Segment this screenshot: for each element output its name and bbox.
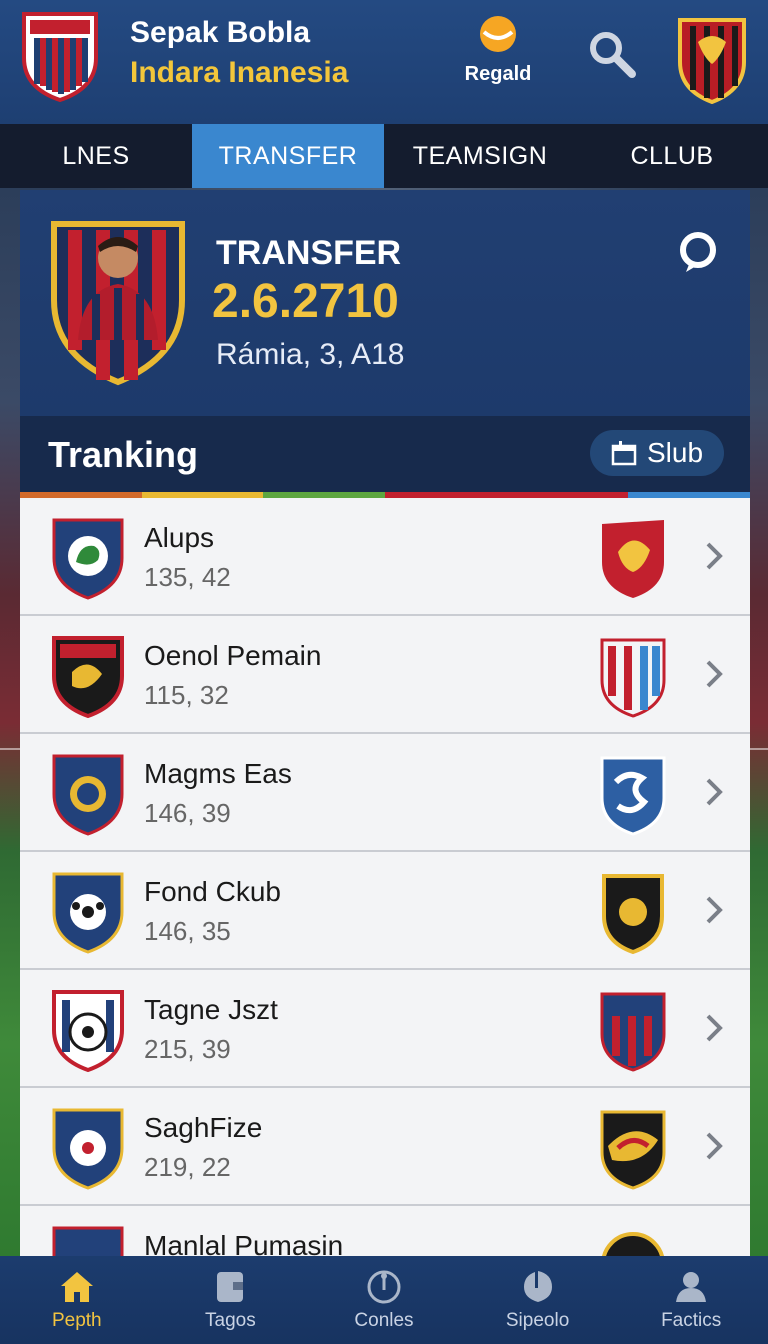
slub-button-label: Slub bbox=[646, 437, 704, 468]
ranking-list: Alups 135, 42 Oenol Pemain 115, 32 Magms… bbox=[20, 498, 750, 1256]
tab-bar: LNES TRANSFER TEAMSIGN CLLUB bbox=[0, 124, 768, 188]
app-logo-crest bbox=[22, 12, 98, 103]
list-item[interactable]: Alups 135, 42 bbox=[20, 498, 750, 616]
nav-label: Pepth bbox=[51, 1310, 102, 1331]
transfer-title: TRANSFER bbox=[216, 234, 402, 272]
list-item[interactable]: Magms Eas 146, 39 bbox=[20, 734, 750, 852]
team-crest-icon bbox=[52, 1226, 124, 1256]
home-icon bbox=[60, 1272, 93, 1302]
transfer-value: 2.6.2710 bbox=[212, 275, 399, 328]
slub-button[interactable]: Slub bbox=[590, 430, 724, 476]
search-icon[interactable] bbox=[584, 26, 638, 80]
nav-label: Tagos bbox=[205, 1310, 256, 1331]
tab-transfer[interactable]: TRANSFER bbox=[192, 124, 384, 188]
list-item[interactable]: Oenol Pemain 115, 32 bbox=[20, 616, 750, 734]
reward-button[interactable]: Regald bbox=[458, 14, 538, 86]
row-score: 135, 42 bbox=[144, 562, 231, 592]
nav-label: Factics bbox=[661, 1310, 722, 1331]
nav-item-factics[interactable]: Factics bbox=[614, 1256, 768, 1344]
row-name: Magms Eas bbox=[144, 758, 292, 789]
club-crest-icon bbox=[600, 638, 666, 718]
list-item[interactable]: Fond Ckub 146, 35 bbox=[20, 852, 750, 970]
club-crest-icon bbox=[602, 520, 664, 598]
club-crest-icon bbox=[602, 874, 664, 954]
tab-teamsign[interactable]: TEAMSIGN bbox=[384, 124, 576, 188]
bottom-nav: Pepth Tagos Conles Sipeolo Factics bbox=[0, 1256, 768, 1344]
calendar-icon bbox=[611, 441, 637, 466]
team-crest-icon bbox=[52, 872, 124, 954]
team-crest-icon bbox=[52, 518, 124, 600]
list-item[interactable]: SaghFize 219, 22 bbox=[20, 1088, 750, 1206]
nav-label: Conles bbox=[354, 1310, 414, 1331]
list-item[interactable]: Tagne Jszt 215, 39 bbox=[20, 970, 750, 1088]
app-header: Sepak Bobla Indara Inanesia Regald bbox=[0, 0, 768, 124]
tranking-header: Tranking Slub bbox=[20, 416, 750, 492]
nav-label: Sipeolo bbox=[505, 1310, 570, 1331]
club-crest-icon bbox=[602, 1232, 664, 1256]
row-name: Oenol Pemain bbox=[144, 640, 322, 671]
pin-icon bbox=[523, 1271, 552, 1302]
team-crest-icon bbox=[52, 990, 124, 1072]
reward-label: Regald bbox=[464, 63, 532, 85]
list-item[interactable]: Manlal Pumasin bbox=[20, 1206, 750, 1256]
user-icon bbox=[676, 1272, 707, 1302]
row-name: Tagne Jszt bbox=[144, 994, 278, 1025]
nav-item-conles[interactable]: Conles bbox=[307, 1256, 461, 1344]
row-name: SaghFize bbox=[144, 1112, 263, 1143]
row-score: 215, 39 bbox=[144, 1034, 231, 1064]
chevron-right-icon bbox=[706, 1014, 723, 1042]
nav-item-pepth[interactable]: Pepth bbox=[0, 1256, 154, 1344]
tab-lnes[interactable]: LNES bbox=[0, 124, 192, 188]
transfer-date: Rámia, 3, A18 bbox=[216, 338, 405, 371]
row-name: Manlal Pumasin bbox=[144, 1230, 344, 1256]
transfer-card[interactable]: TRANSFER 2.6.2710 Rámia, 3, A18 bbox=[20, 190, 750, 416]
player-avatar-badge bbox=[51, 221, 185, 386]
row-name: Fond Ckub bbox=[144, 876, 281, 907]
nav-item-tagos[interactable]: Tagos bbox=[154, 1256, 308, 1344]
club-crest-icon bbox=[600, 992, 666, 1072]
club-crest-icon[interactable] bbox=[676, 12, 748, 104]
team-crest-icon bbox=[52, 1108, 124, 1190]
chevron-right-icon bbox=[706, 896, 723, 924]
chevron-right-icon bbox=[706, 1132, 723, 1160]
reward-coin-icon bbox=[480, 16, 516, 52]
nav-item-sipeolo[interactable]: Sipeolo bbox=[461, 1256, 615, 1344]
chat-bubble-icon[interactable] bbox=[676, 230, 720, 274]
club-crest-icon bbox=[600, 756, 666, 836]
chevron-right-icon bbox=[706, 542, 723, 570]
row-score: 146, 35 bbox=[144, 916, 231, 946]
chevron-right-icon bbox=[706, 778, 723, 806]
row-score: 146, 39 bbox=[144, 798, 231, 828]
chevron-right-icon bbox=[706, 660, 723, 688]
row-name: Alups bbox=[144, 522, 215, 553]
app-title: Sepak Bobla bbox=[130, 16, 311, 49]
row-score: 115, 32 bbox=[144, 680, 229, 710]
compass-icon bbox=[367, 1270, 401, 1304]
app-subtitle: Indara Inanesia bbox=[130, 56, 349, 89]
team-crest-icon bbox=[52, 636, 124, 718]
tab-cllub[interactable]: CLLUB bbox=[576, 124, 768, 188]
tranking-title: Tranking bbox=[48, 434, 199, 475]
row-score: 219, 22 bbox=[144, 1152, 231, 1182]
wallet-icon bbox=[217, 1272, 244, 1302]
club-crest-icon bbox=[600, 1110, 666, 1190]
team-crest-icon bbox=[52, 754, 124, 836]
